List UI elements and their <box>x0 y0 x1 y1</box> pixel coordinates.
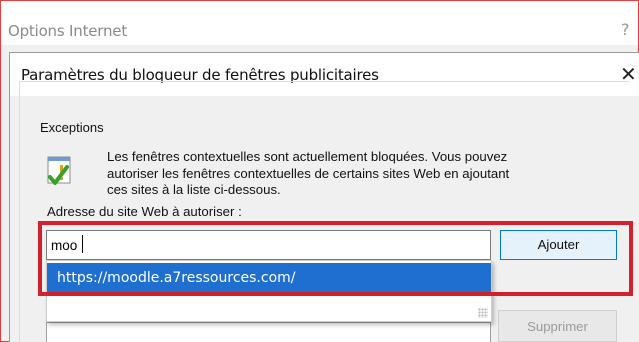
info-text: Les fenêtres contextuelles sont actuelle… <box>107 149 607 199</box>
address-label: Adresse du site Web à autoriser : <box>47 204 242 219</box>
help-icon[interactable]: ? <box>621 20 630 39</box>
exceptions-legend: Exceptions <box>39 120 105 135</box>
outer-titlebar: Options Internet ? <box>1 1 638 45</box>
info-line: autoriser les fenêtres contextuelles de … <box>107 165 510 181</box>
resize-grip-icon[interactable] <box>478 308 488 318</box>
allowed-sites-list[interactable] <box>46 322 491 342</box>
info-line: Les fenêtres contextuelles sont actuelle… <box>107 149 508 164</box>
outer-window-title: Options Internet <box>8 22 128 40</box>
remove-button[interactable]: Supprimer <box>498 310 617 342</box>
shield-check-warning-icon <box>47 156 71 185</box>
red-highlight-box <box>38 221 633 296</box>
info-line: ces sites à la liste ci-dessous. <box>107 182 281 197</box>
